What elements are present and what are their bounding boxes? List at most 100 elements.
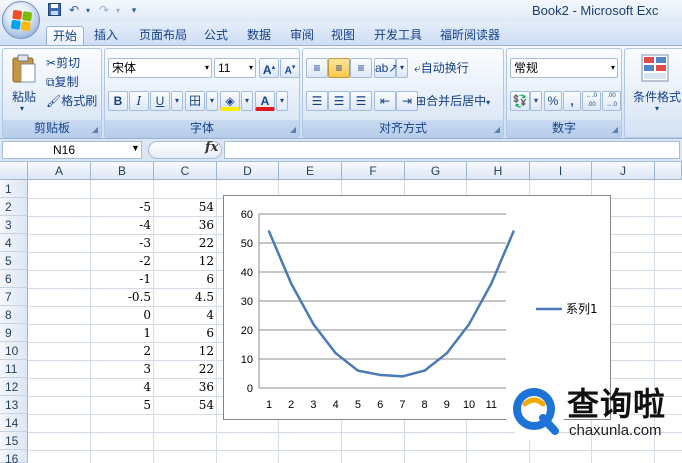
cell-b6[interactable]: -1 <box>91 270 154 288</box>
clipboard-launcher-icon[interactable]: ◢ <box>92 126 98 134</box>
percent-button[interactable]: % <box>544 91 562 111</box>
row-header[interactable]: 13 <box>0 396 28 414</box>
align-center-icon[interactable]: ☰ <box>328 91 350 111</box>
column-header[interactable]: A <box>28 162 91 180</box>
bold-button[interactable]: B <box>108 91 128 111</box>
cell-b12[interactable]: 4 <box>91 378 154 396</box>
font-size-select[interactable]: 11 ▾ <box>214 58 256 78</box>
row-header[interactable]: 2 <box>0 198 28 216</box>
merge-center-button[interactable]: ⊞合并后居中▾ <box>415 91 503 111</box>
row-header[interactable]: 6 <box>0 270 28 288</box>
cell-b10[interactable]: 2 <box>91 342 154 360</box>
number-launcher-icon[interactable]: ◢ <box>612 126 618 134</box>
column-header[interactable]: E <box>279 162 342 180</box>
save-icon[interactable] <box>46 3 62 18</box>
column-header[interactable]: D <box>217 162 279 180</box>
cell-b9[interactable]: 1 <box>91 324 154 342</box>
column-header[interactable]: G <box>405 162 467 180</box>
tab-page-layout[interactable]: 页面布局 <box>134 26 192 46</box>
font-color-icon[interactable]: A <box>255 91 275 111</box>
cut-button[interactable]: ✂剪切 <box>45 53 101 73</box>
row-header[interactable]: 15 <box>0 432 28 450</box>
conditional-format-button[interactable]: 条件格式 ▾ <box>633 52 682 117</box>
cell-c7[interactable]: 4.5 <box>154 288 217 306</box>
orientation-dropdown-icon[interactable]: ▾ <box>396 58 408 78</box>
name-box[interactable]: N16 <box>2 141 142 159</box>
currency-dropdown-icon[interactable]: ▾ <box>530 91 542 111</box>
row-header[interactable]: 12 <box>0 378 28 396</box>
align-middle-icon[interactable]: ≡ <box>328 58 350 78</box>
column-header[interactable]: H <box>467 162 530 180</box>
office-button[interactable] <box>2 1 40 39</box>
column-header[interactable]: J <box>592 162 655 180</box>
tab-formulas[interactable]: 公式 <box>200 26 232 46</box>
cell-c13[interactable]: 54 <box>154 396 217 414</box>
cell-c10[interactable]: 12 <box>154 342 217 360</box>
tab-insert[interactable]: 插入 <box>88 26 124 46</box>
font-name-select[interactable]: 宋体 ▾ <box>108 58 212 78</box>
column-header[interactable]: F <box>342 162 405 180</box>
copy-button[interactable]: ⧉复制 <box>45 72 101 92</box>
redo-dropdown-icon[interactable]: ▾ <box>110 3 126 18</box>
wrap-text-button[interactable]: ⤶自动换行 <box>413 58 501 78</box>
cell-c12[interactable]: 36 <box>154 378 217 396</box>
tab-data[interactable]: 数据 <box>243 26 275 46</box>
decrease-indent-icon[interactable]: ⇤ <box>374 91 396 111</box>
cell-b2[interactable]: -5 <box>91 198 154 216</box>
underline-button[interactable]: U <box>150 91 170 111</box>
underline-dropdown-icon[interactable]: ▾ <box>171 91 183 111</box>
column-header[interactable]: I <box>530 162 592 180</box>
row-header[interactable]: 5 <box>0 252 28 270</box>
cell-c6[interactable]: 6 <box>154 270 217 288</box>
increase-decimal-button[interactable]: ←.0 .00 <box>582 91 601 111</box>
row-header[interactable]: 9 <box>0 324 28 342</box>
comma-button[interactable]: , <box>563 91 581 111</box>
cell-b11[interactable]: 3 <box>91 360 154 378</box>
cell-b4[interactable]: -3 <box>91 234 154 252</box>
row-header[interactable]: 3 <box>0 216 28 234</box>
cell-c3[interactable]: 36 <box>154 216 217 234</box>
formula-input[interactable] <box>224 141 680 159</box>
orientation-icon[interactable]: ab↗ <box>374 58 398 78</box>
format-painter-button[interactable]: 🖌格式刷 <box>45 91 103 111</box>
paste-button[interactable]: 粘贴 ▾ <box>8 52 42 117</box>
grow-font-icon[interactable]: A▴ <box>259 58 279 78</box>
tab-review[interactable]: 审阅 <box>287 26 317 46</box>
cell-c5[interactable]: 12 <box>154 252 217 270</box>
cell-b7[interactable]: -0.5 <box>91 288 154 306</box>
tab-home[interactable]: 开始 <box>46 26 84 46</box>
column-header[interactable]: B <box>91 162 154 180</box>
cell-c2[interactable]: 54 <box>154 198 217 216</box>
column-header[interactable]: C <box>154 162 217 180</box>
cell-c9[interactable]: 6 <box>154 324 217 342</box>
currency-icon[interactable]: 💱 <box>510 91 530 111</box>
row-header[interactable]: 10 <box>0 342 28 360</box>
borders-dropdown-icon[interactable]: ▾ <box>206 91 218 111</box>
insert-function-icon[interactable]: fx <box>205 140 218 155</box>
italic-button[interactable]: I <box>129 91 149 111</box>
cell-b13[interactable]: 5 <box>91 396 154 414</box>
decrease-decimal-button[interactable]: .00 →.0 <box>602 91 621 111</box>
fill-dropdown-icon[interactable]: ▾ <box>241 91 253 111</box>
tab-developer[interactable]: 开发工具 <box>370 26 426 46</box>
row-header[interactable]: 8 <box>0 306 28 324</box>
borders-icon[interactable]: 田 <box>185 91 205 111</box>
font-launcher-icon[interactable]: ◢ <box>290 126 296 134</box>
tab-foxit-reader[interactable]: 福昕阅读器 <box>435 26 505 46</box>
fill-color-icon[interactable]: ◈ <box>220 91 240 111</box>
row-header[interactable]: 14 <box>0 414 28 432</box>
font-color-dropdown-icon[interactable]: ▾ <box>276 91 288 111</box>
customize-qat-icon[interactable]: ▾ <box>126 3 142 18</box>
shrink-font-icon[interactable]: A▾ <box>280 58 300 78</box>
cell-c4[interactable]: 22 <box>154 234 217 252</box>
undo-dropdown-icon[interactable]: ▾ <box>80 3 96 18</box>
align-top-icon[interactable]: ≡ <box>306 58 328 78</box>
row-header[interactable]: 4 <box>0 234 28 252</box>
row-header[interactable]: 7 <box>0 288 28 306</box>
row-header[interactable]: 11 <box>0 360 28 378</box>
tab-view[interactable]: 视图 <box>328 26 358 46</box>
align-left-icon[interactable]: ☰ <box>306 91 328 111</box>
name-box-dropdown-icon[interactable]: ▼ <box>131 143 140 153</box>
column-header-partial[interactable] <box>655 162 682 180</box>
select-all-corner[interactable] <box>0 162 28 180</box>
